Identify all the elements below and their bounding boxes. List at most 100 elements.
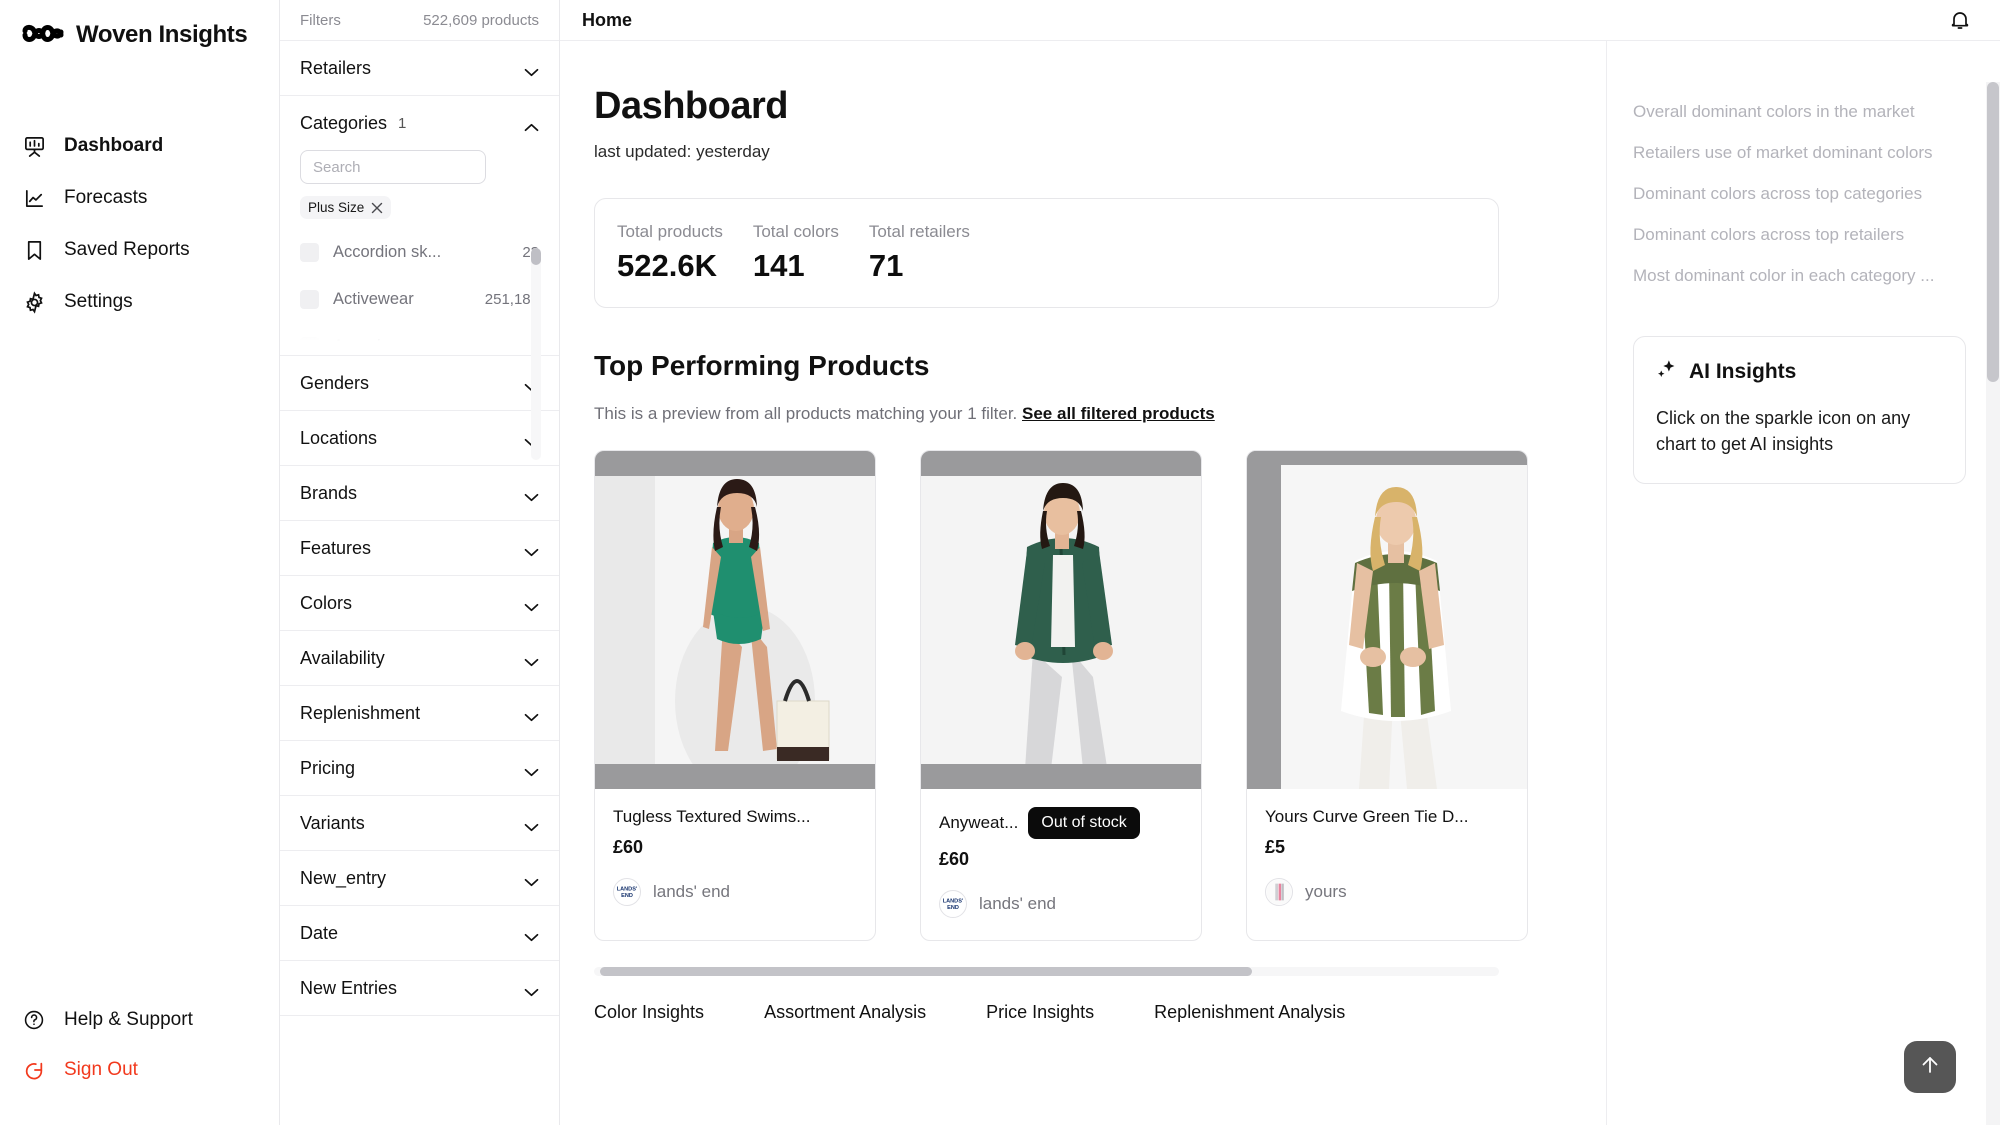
category-list-scrollbar[interactable] xyxy=(531,248,541,460)
tab-replenishment-analysis[interactable]: Replenishment Analysis xyxy=(1154,1002,1345,1033)
product-retailer: LANDS' END lands' end xyxy=(613,878,857,906)
filter-group-header[interactable]: New_entry xyxy=(280,851,559,905)
filter-group-header[interactable]: Availability xyxy=(280,631,559,685)
rail-link-most-dominant-color-each-category[interactable]: Most dominant color in each category ... xyxy=(1633,255,1966,296)
sign-out-button[interactable]: Sign Out xyxy=(0,1045,279,1095)
product-image xyxy=(921,451,1201,789)
sidebar-item-label: Saved Reports xyxy=(64,239,190,260)
carousel-scrollbar[interactable] xyxy=(594,967,1499,976)
filter-group-categories: Categories 1 Plus Size xyxy=(280,96,559,460)
sidebar-item-forecasts[interactable]: Forecasts xyxy=(0,172,279,224)
sidebar-item-settings[interactable]: Settings xyxy=(0,276,279,328)
sidebar-item-saved-reports[interactable]: Saved Reports xyxy=(0,224,279,276)
page-scrollbar[interactable] xyxy=(1986,82,2000,1125)
product-title: Tugless Textured Swims... xyxy=(613,807,811,826)
rail-link-overall-dominant-colors[interactable]: Overall dominant colors in the market xyxy=(1633,91,1966,132)
filter-group-header[interactable]: Categories 1 xyxy=(280,96,559,150)
insight-tabs: Color Insights Assortment Analysis Price… xyxy=(594,1002,1606,1033)
ai-insights-body: Click on the sparkle icon on any chart t… xyxy=(1656,408,1911,455)
product-card[interactable]: Yours Curve Green Tie D... £5 yours xyxy=(1246,450,1528,941)
content-area: Dashboard last updated: yesterday Total … xyxy=(560,41,2000,1125)
rail-link-retailers-use-of-dominant-colors[interactable]: Retailers use of market dominant colors xyxy=(1633,132,1966,173)
selected-category-chips: Plus Size xyxy=(300,196,539,219)
scrollbar-track[interactable] xyxy=(594,967,1499,976)
filter-group-header[interactable]: Date xyxy=(280,906,559,960)
ai-insights-card: AI Insights Click on the sparkle icon on… xyxy=(1633,336,1966,485)
filter-group-header[interactable]: Locations xyxy=(280,411,559,465)
checkbox[interactable] xyxy=(300,243,319,262)
category-name: Accordion sk... xyxy=(333,243,442,261)
checkbox[interactable] xyxy=(300,290,319,309)
filter-group-genders: Genders xyxy=(280,356,559,411)
bell-icon[interactable] xyxy=(1948,8,1972,32)
list-item[interactable]: Anorak 30 xyxy=(300,323,539,341)
chip-plus-size[interactable]: Plus Size xyxy=(300,196,392,219)
lands-end-logo-icon: LANDS' END xyxy=(939,890,967,918)
filter-group-header[interactable]: Replenishment xyxy=(280,686,559,740)
filter-group-retailers: Retailers xyxy=(280,41,559,96)
see-all-filtered-products-link[interactable]: See all filtered products xyxy=(1022,404,1215,423)
filter-group-header[interactable]: Pricing xyxy=(280,741,559,795)
help-and-support-label: Help & Support xyxy=(64,1009,193,1030)
rail-link-dominant-colors-top-categories[interactable]: Dominant colors across top categories xyxy=(1633,173,1966,214)
filter-group-date: Date xyxy=(280,906,559,961)
filter-group-header[interactable]: Brands xyxy=(280,466,559,520)
filter-group-header[interactable]: Features xyxy=(280,521,559,575)
filters-panel: Filters 522,609 products Retailers Categ… xyxy=(280,0,560,1125)
filters-scroll-area[interactable]: Retailers Categories 1 Search Plus Size … xyxy=(280,41,559,1125)
filter-group-header[interactable]: Variants xyxy=(280,796,559,850)
scrollbar-thumb[interactable] xyxy=(1987,82,1999,382)
tab-color-insights[interactable]: Color Insights xyxy=(594,1002,704,1033)
filter-group-title-text: Categories xyxy=(300,112,388,133)
filter-group-header[interactable]: Retailers xyxy=(280,41,559,95)
breadcrumb: Home xyxy=(582,9,633,30)
svg-text:END: END xyxy=(621,893,633,899)
retailer-name: lands' end xyxy=(653,882,730,901)
help-and-support-button[interactable]: Help & Support xyxy=(0,995,279,1045)
filter-group-header[interactable]: New Entries xyxy=(280,961,559,1015)
list-item[interactable]: Activewear 251,181 xyxy=(300,276,539,323)
secondary-nav: Help & Support Sign Out xyxy=(0,995,279,1125)
product-title-row: Tugless Textured Swims... xyxy=(613,807,857,827)
retailer-name: yours xyxy=(1305,882,1347,901)
filter-group-label: New_entry xyxy=(300,867,387,888)
category-option-list[interactable]: Accordion sk... 23 Activewear 251,181 An… xyxy=(300,229,539,341)
filter-group-header[interactable]: Colors xyxy=(280,576,559,630)
filter-group-colors: Colors xyxy=(280,576,559,631)
category-search-input[interactable] xyxy=(300,150,486,184)
primary-nav: Dashboard Forecasts Saved Reports Settin… xyxy=(0,120,279,328)
product-price: £60 xyxy=(939,849,970,869)
filter-group-brands: Brands xyxy=(280,466,559,521)
product-card-body: Anyweat... Out of stock £60 LANDS' END l… xyxy=(921,789,1201,940)
chevron-down-icon xyxy=(524,709,539,721)
ai-insights-title: AI Insights xyxy=(1689,360,1797,383)
filter-group-replenishment: Replenishment xyxy=(280,686,559,741)
scrollbar-thumb[interactable] xyxy=(600,967,1252,976)
chip-label: Plus Size xyxy=(308,200,365,215)
sidebar-item-label: Settings xyxy=(64,291,133,312)
svg-text:LANDS': LANDS' xyxy=(943,899,964,905)
product-card[interactable]: Anyweat... Out of stock £60 LANDS' END l… xyxy=(920,450,1202,941)
category-name: Anorak xyxy=(333,337,508,341)
scroll-to-top-button[interactable] xyxy=(1904,1041,1956,1093)
list-item[interactable]: Accordion sk... 23 xyxy=(300,229,539,276)
close-icon[interactable] xyxy=(371,202,383,214)
rail-link-dominant-colors-top-retailers[interactable]: Dominant colors across top retailers xyxy=(1633,214,1966,255)
sidebar-item-label: Forecasts xyxy=(64,187,148,208)
status-badge: Out of stock xyxy=(1028,807,1140,839)
sidebar-item-dashboard[interactable]: Dashboard xyxy=(0,120,279,172)
filter-group-label: Availability xyxy=(300,647,385,668)
scrollbar-thumb[interactable] xyxy=(531,248,541,265)
section-title-top-products: Top Performing Products xyxy=(594,350,930,381)
product-card[interactable]: Tugless Textured Swims... £60 LANDS' END xyxy=(594,450,876,941)
tab-price-insights[interactable]: Price Insights xyxy=(986,1002,1094,1033)
filter-group-label: Date xyxy=(300,922,339,943)
gear-icon xyxy=(22,290,46,314)
checkbox[interactable] xyxy=(300,337,319,341)
chevron-down-icon xyxy=(524,654,539,666)
filter-group-header[interactable]: Genders xyxy=(280,356,559,410)
summary-stats-card: Total products 522.6K Total colors 141 T… xyxy=(594,198,1499,308)
filters-header: Filters 522,609 products xyxy=(280,0,559,41)
tab-assortment-analysis[interactable]: Assortment Analysis xyxy=(764,1002,926,1033)
top-products-carousel[interactable]: Tugless Textured Swims... £60 LANDS' END xyxy=(594,450,1606,941)
